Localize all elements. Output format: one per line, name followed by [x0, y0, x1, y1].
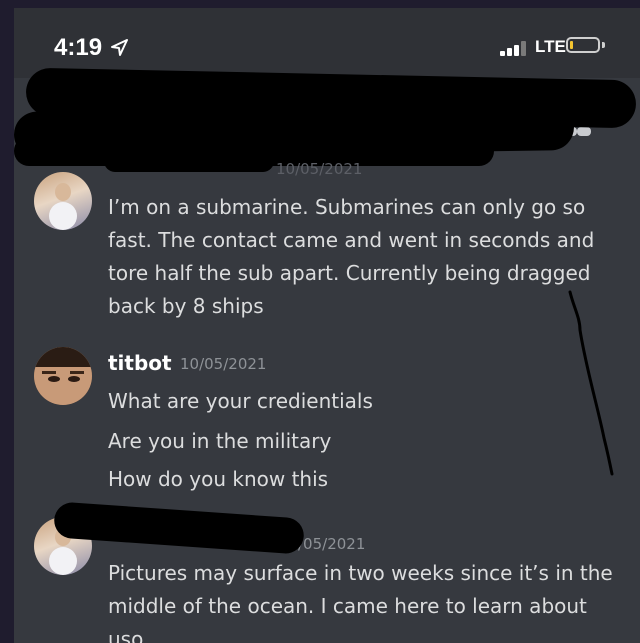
- phone-screen: 4:19 LTE 10/05/2021 I’m on a submarine. …: [14, 8, 640, 643]
- network-label: LTE: [535, 37, 566, 56]
- location-arrow-icon: [111, 39, 128, 56]
- battery-icon: [566, 37, 600, 53]
- message-line: What are your credientials: [108, 389, 373, 413]
- message-text: I’m on a submarine. Submarines can only …: [108, 195, 595, 318]
- battery-level-fill: [570, 41, 573, 49]
- redaction-mark: [104, 150, 274, 172]
- signal-strength-icon: [500, 40, 532, 56]
- avatar[interactable]: [34, 347, 92, 405]
- status-bar: 4:19 LTE: [14, 8, 640, 78]
- avatar[interactable]: [34, 172, 92, 230]
- message-author[interactable]: titbot: [108, 351, 172, 375]
- message-timestamp: 10/05/2021: [276, 160, 363, 178]
- message-timestamp: /05/2021: [298, 535, 366, 553]
- message-line: How do you know this: [108, 467, 329, 491]
- message-timestamp: 10/05/2021: [180, 355, 267, 373]
- message-line: Are you in the military: [108, 429, 332, 453]
- battery-tip: [602, 42, 605, 48]
- status-time: 4:19: [54, 34, 103, 61]
- message-text: Pictures may surface in two weeks since …: [108, 561, 613, 643]
